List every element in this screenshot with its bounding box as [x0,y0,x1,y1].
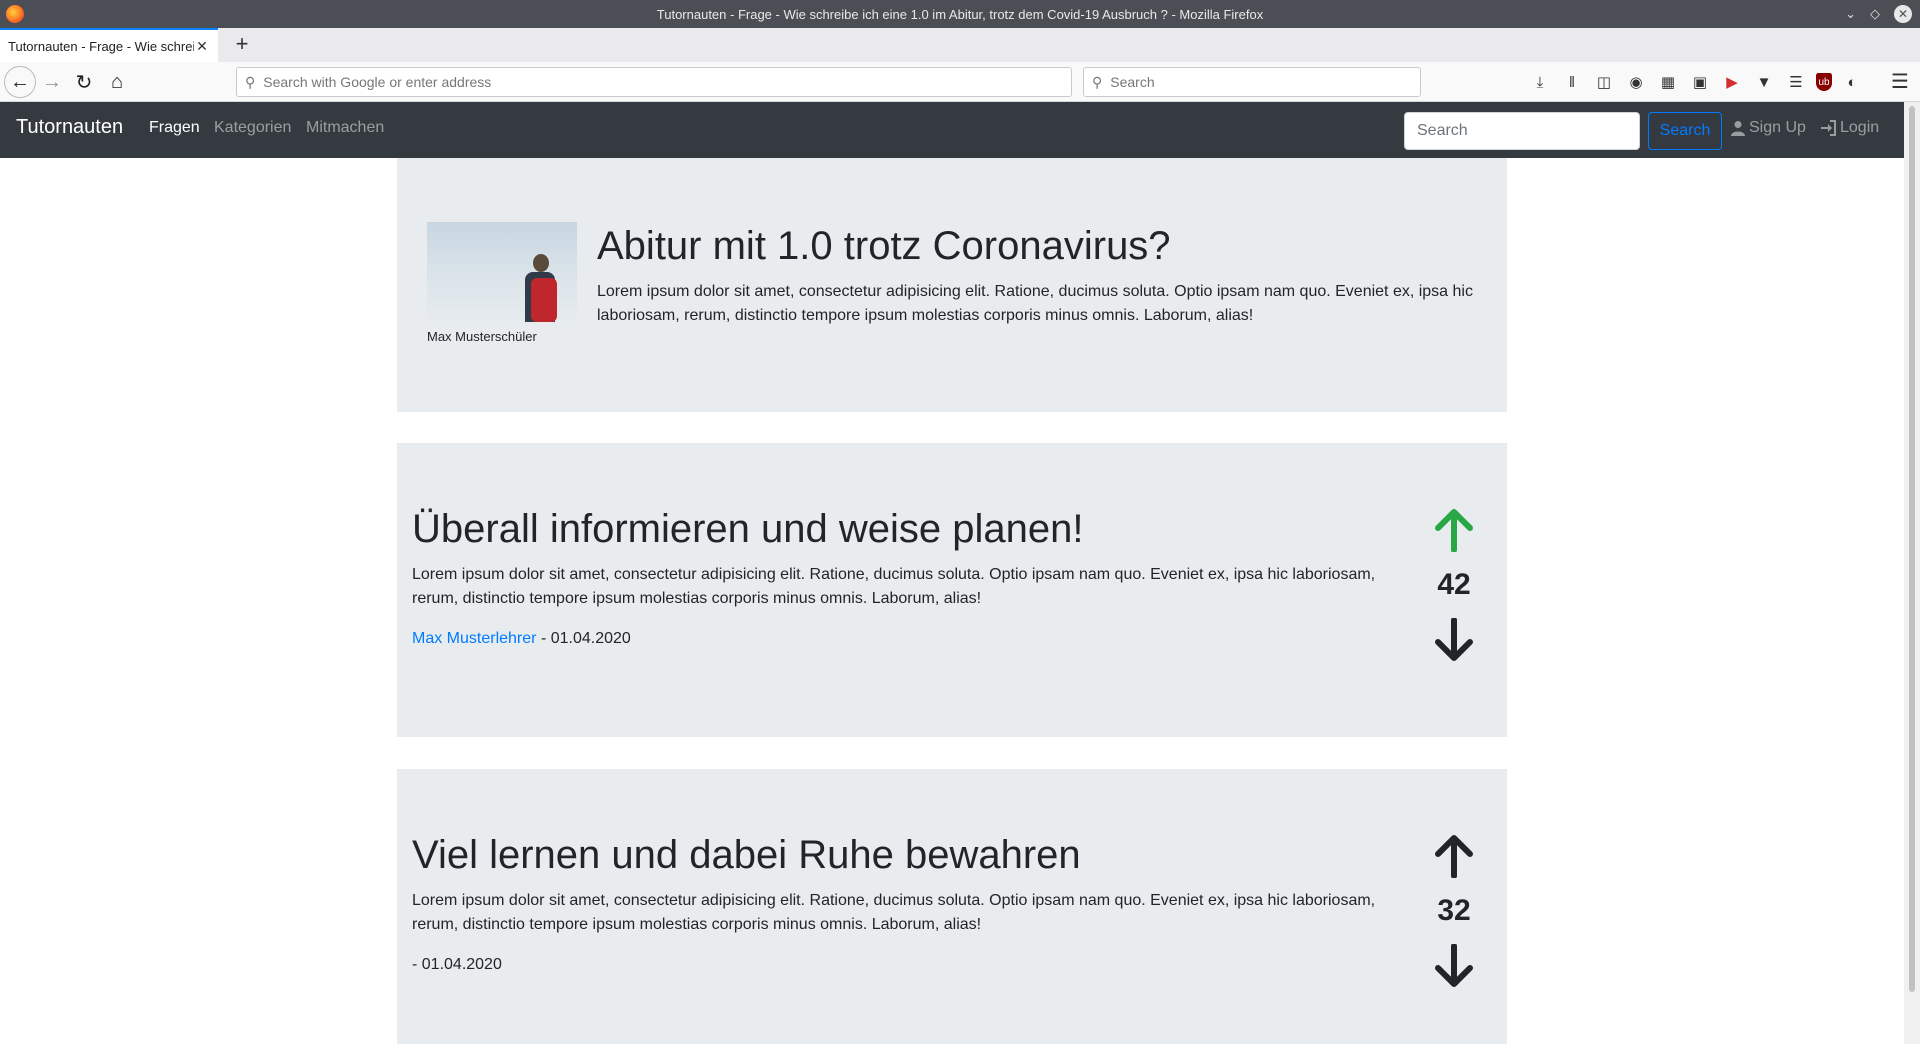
answer-title: Überall informieren und weise planen! [412,507,1084,551]
question-author: Max Musterschüler [427,329,537,344]
url-placeholder: Search with Google or enter address [263,74,492,90]
question-author-avatar [427,222,577,322]
login-link[interactable]: Login [1820,119,1879,137]
site-search-input[interactable]: Search [1404,112,1640,150]
reload-icon[interactable]: ↻ [68,66,100,98]
notion-icon[interactable]: ▣ [1688,70,1712,94]
arrow-down-icon [1435,944,1473,987]
browser-search-placeholder: Search [1110,74,1155,90]
question-title: Abitur mit 1.0 trotz Coronavirus? [597,224,1171,268]
window-titlebar: Tutornauten - Frage - Wie schreibe ich e… [0,0,1920,28]
arrow-up-icon [1435,509,1473,552]
answer-date: - 01.04.2020 [412,956,502,973]
upvote-button[interactable] [1424,508,1484,552]
answer-body: Lorem ipsum dolor sit amet, consectetur … [412,566,1376,607]
answer-meta: Max Musterlehrer - 01.04.2020 [412,630,631,648]
sidebar-icon[interactable]: ◫ [1592,70,1616,94]
nav-link-fragen[interactable]: Fragen [149,119,200,137]
downvote-button[interactable] [1424,618,1484,662]
library-icon[interactable]: ‖ [1560,70,1584,94]
upvote-button[interactable] [1424,834,1484,878]
site-search-placeholder: Search [1417,122,1468,139]
search-icon: ⚲ [245,73,256,90]
back-icon[interactable]: ← [4,66,36,98]
firefox-logo-icon [6,5,24,23]
site-brand[interactable]: Tutornauten [16,116,123,139]
home-icon[interactable]: ⌂ [101,66,133,98]
maximize-icon[interactable]: ◇ [1870,4,1880,24]
answer-date: - 01.04.2020 [540,630,631,647]
site-navbar: Tutornauten Fragen Kategorien Mitmachen … [0,102,1904,158]
browser-search-input[interactable]: ⚲ Search [1083,67,1421,97]
close-window-icon[interactable]: ✕ [1894,5,1912,23]
downvote-button[interactable] [1424,944,1484,988]
signup-label: Sign Up [1749,119,1806,136]
search-icon: ⚲ [1092,73,1103,90]
barcode-icon[interactable]: ☰ [1784,70,1808,94]
browser-navbar: ← → ↻ ⌂ ⚲ Search with Google or enter ad… [0,62,1920,102]
answer-meta: - 01.04.2020 [412,956,502,974]
login-label: Login [1840,119,1880,136]
url-bar[interactable]: ⚲ Search with Google or enter address [236,67,1072,97]
extension-grid-icon[interactable]: ▦ [1656,70,1680,94]
window-controls: ⌄ ◇ ✕ [1845,4,1912,24]
user-icon [1731,121,1745,136]
vote-count: 42 [1437,568,1471,601]
answer-card: Viel lernen und dabei Ruhe bewahren Lore… [397,769,1507,1044]
toolbar-icons: ⤓ ‖ ◫ ◉ ▦ ▣ ▶ ▼ ☰ ub ◐ [1528,70,1864,94]
vote-count: 32 [1437,894,1471,927]
color-picker-icon[interactable]: ◐ [1840,70,1864,94]
vpn-icon[interactable]: ▼ [1752,70,1776,94]
minimize-icon[interactable]: ⌄ [1845,4,1856,24]
question-body: Lorem ipsum dolor sit amet, consectetur … [597,283,1473,324]
youtube-icon[interactable]: ▶ [1720,70,1744,94]
site-search-button[interactable]: Search [1648,112,1722,150]
nav-link-kategorien[interactable]: Kategorien [214,119,291,137]
signup-link[interactable]: Sign Up [1731,119,1806,137]
answer-card: Überall informieren und weise planen! Lo… [397,443,1507,737]
tab-title: Tutornauten - Frage - Wie schreibe ich e… [8,38,194,54]
question-card: Max Musterschüler Abitur mit 1.0 trotz C… [397,158,1507,412]
scrollbar-thumb[interactable] [1909,106,1915,992]
nav-link-mitmachen[interactable]: Mitmachen [306,119,384,137]
close-tab-icon[interactable]: ✕ [194,38,210,55]
new-tab-icon[interactable]: + [230,32,254,56]
answer-body: Lorem ipsum dolor sit amet, consectetur … [412,892,1376,933]
answer-title: Viel lernen und dabei Ruhe bewahren [412,833,1081,877]
answer-author-link[interactable]: Max Musterlehrer [412,630,536,647]
ublock-icon[interactable]: ub [1816,73,1832,91]
tab-strip: Tutornauten - Frage - Wie schreibe ich e… [0,28,1920,62]
downloads-icon[interactable]: ⤓ [1528,70,1552,94]
arrow-down-icon [1435,618,1473,661]
hamburger-menu-icon[interactable]: ☰ [1888,70,1912,94]
browser-tab[interactable]: Tutornauten - Frage - Wie schreibe ich e… [0,28,218,62]
account-icon[interactable]: ◉ [1624,70,1648,94]
forward-icon[interactable]: → [36,66,68,98]
window-title: Tutornauten - Frage - Wie schreibe ich e… [656,6,1264,22]
arrow-up-icon [1435,835,1473,878]
sign-in-icon [1821,120,1836,136]
